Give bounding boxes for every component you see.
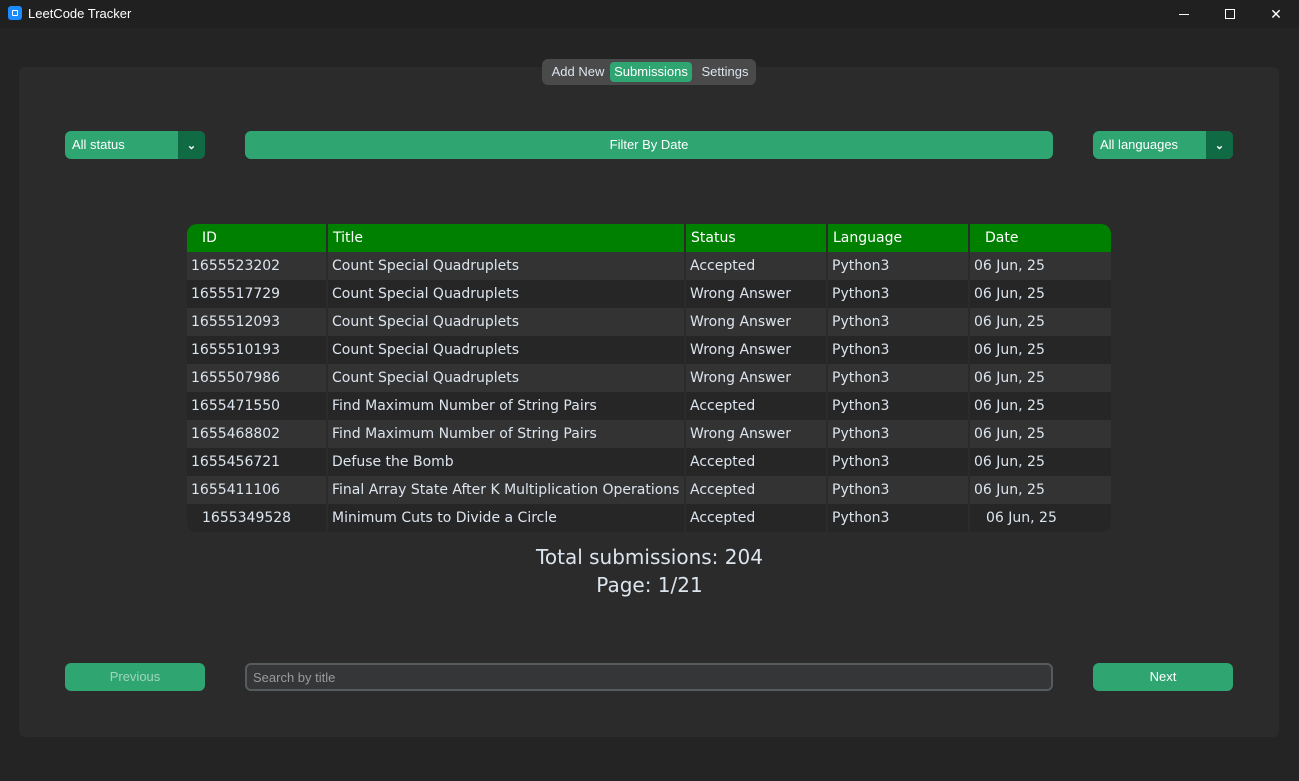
close-button[interactable]: ✕ (1253, 0, 1299, 28)
cell-status: Wrong Answer (686, 336, 828, 364)
cell-date: 06 Jun, 25 (974, 426, 1045, 442)
table-row[interactable]: 1655471550 Find Maximum Number of String… (187, 392, 1111, 420)
cell-id: 1655468802 (187, 420, 328, 448)
filter-by-date-button[interactable]: Filter By Date (245, 131, 1053, 159)
cell-language: Python3 (828, 308, 970, 336)
cell-date: 06 Jun, 25 (974, 314, 1045, 330)
cell-status: Wrong Answer (686, 364, 828, 392)
cell-date: 06 Jun, 25 (974, 482, 1045, 498)
language-filter-value: All languages (1100, 137, 1179, 152)
status-filter-dropdown[interactable]: All status ⌄ (65, 131, 205, 159)
table-row[interactable]: 1655510193 Count Special Quadruplets Wro… (187, 336, 1111, 364)
cell-id: 1655456721 (187, 448, 328, 476)
minimize-button[interactable] (1161, 0, 1207, 28)
table-row[interactable]: 1655468802 Find Maximum Number of String… (187, 420, 1111, 448)
minimize-icon (1179, 13, 1189, 15)
previous-button[interactable]: Previous (65, 663, 205, 691)
cell-language: Python3 (828, 252, 970, 280)
status-filter-value: All status (72, 137, 125, 152)
cell-id: 1655411106 (187, 476, 328, 504)
cell-date: 06 Jun, 25 (974, 370, 1045, 386)
cell-status: Wrong Answer (686, 280, 828, 308)
tab-submissions[interactable]: Submissions (610, 62, 692, 82)
page-indicator: Page: 1/21 (596, 573, 703, 597)
cell-status: Wrong Answer (686, 308, 828, 336)
cell-language: Python3 (828, 420, 970, 448)
cell-language: Python3 (828, 392, 970, 420)
cell-title: Count Special Quadruplets (328, 364, 686, 392)
cell-title: Count Special Quadruplets (328, 308, 686, 336)
table-header: ID Title Status Language Date (187, 224, 1111, 252)
chevron-down-icon[interactable]: ⌄ (178, 131, 205, 159)
cell-id: 1655523202 (187, 252, 328, 280)
cell-language: Python3 (828, 280, 970, 308)
cell-title: Defuse the Bomb (328, 448, 686, 476)
cell-title: Count Special Quadruplets (328, 252, 686, 280)
cell-title: Find Maximum Number of String Pairs (328, 392, 686, 420)
cell-date: 06 Jun, 25 (974, 286, 1045, 302)
cell-id: 1655349528 (187, 504, 328, 532)
cell-title: Final Array State After K Multiplication… (328, 476, 686, 504)
table-row[interactable]: 1655512093 Count Special Quadruplets Wro… (187, 308, 1111, 336)
cell-id: 1655471550 (187, 392, 328, 420)
tab-settings[interactable]: Settings (694, 62, 756, 82)
cell-id: 1655510193 (187, 336, 328, 364)
cell-date: 06 Jun, 25 (974, 398, 1045, 414)
cell-status: Wrong Answer (686, 420, 828, 448)
window-title: LeetCode Tracker (28, 6, 132, 21)
cell-status: Accepted (686, 476, 828, 504)
cell-status: Accepted (686, 252, 828, 280)
cell-language: Python3 (828, 448, 970, 476)
cell-title: Minimum Cuts to Divide a Circle (328, 504, 686, 532)
table-row[interactable]: 1655517729 Count Special Quadruplets Wro… (187, 280, 1111, 308)
column-header-id: ID (187, 224, 328, 252)
tab-add-new[interactable]: Add New (546, 62, 610, 82)
column-header-date: Date (985, 230, 1019, 246)
cell-title: Find Maximum Number of String Pairs (328, 420, 686, 448)
cell-date: 06 Jun, 25 (974, 258, 1045, 274)
cell-id: 1655517729 (187, 280, 328, 308)
table-row[interactable]: 1655456721 Defuse the Bomb Accepted Pyth… (187, 448, 1111, 476)
cell-date: 06 Jun, 25 (974, 342, 1045, 358)
total-submissions-label: Total submissions: 204 (536, 545, 763, 569)
cell-status: Accepted (686, 448, 828, 476)
title-bar: LeetCode Tracker ✕ (0, 0, 1299, 28)
table-row[interactable]: 1655349528 Minimum Cuts to Divide a Circ… (187, 504, 1111, 532)
cell-status: Accepted (686, 392, 828, 420)
cell-language: Python3 (828, 476, 970, 504)
cell-language: Python3 (828, 364, 970, 392)
cell-language: Python3 (828, 336, 970, 364)
submissions-table: ID Title Status Language Date 1655523202… (187, 224, 1111, 532)
next-button[interactable]: Next (1093, 663, 1233, 691)
table-row[interactable]: 1655411106 Final Array State After K Mul… (187, 476, 1111, 504)
cell-title: Count Special Quadruplets (328, 336, 686, 364)
column-header-language: Language (828, 224, 970, 252)
maximize-button[interactable] (1207, 0, 1253, 28)
cell-language: Python3 (828, 504, 970, 532)
close-icon: ✕ (1270, 5, 1282, 22)
cell-id: 1655507986 (187, 364, 328, 392)
table-row[interactable]: 1655523202 Count Special Quadruplets Acc… (187, 252, 1111, 280)
cell-status: Accepted (686, 504, 828, 532)
table-row[interactable]: 1655507986 Count Special Quadruplets Wro… (187, 364, 1111, 392)
app-icon (8, 6, 22, 20)
search-input[interactable] (245, 663, 1053, 691)
chevron-down-icon[interactable]: ⌄ (1206, 131, 1233, 159)
maximize-icon (1225, 9, 1235, 19)
tab-bar: Add New Submissions Settings (542, 59, 756, 85)
column-header-status: Status (686, 224, 828, 252)
column-header-title: Title (328, 224, 686, 252)
cell-date: 06 Jun, 25 (974, 454, 1045, 470)
cell-date: 06 Jun, 25 (986, 510, 1057, 526)
cell-id: 1655512093 (187, 308, 328, 336)
cell-title: Count Special Quadruplets (328, 280, 686, 308)
language-filter-dropdown[interactable]: All languages ⌄ (1093, 131, 1233, 159)
